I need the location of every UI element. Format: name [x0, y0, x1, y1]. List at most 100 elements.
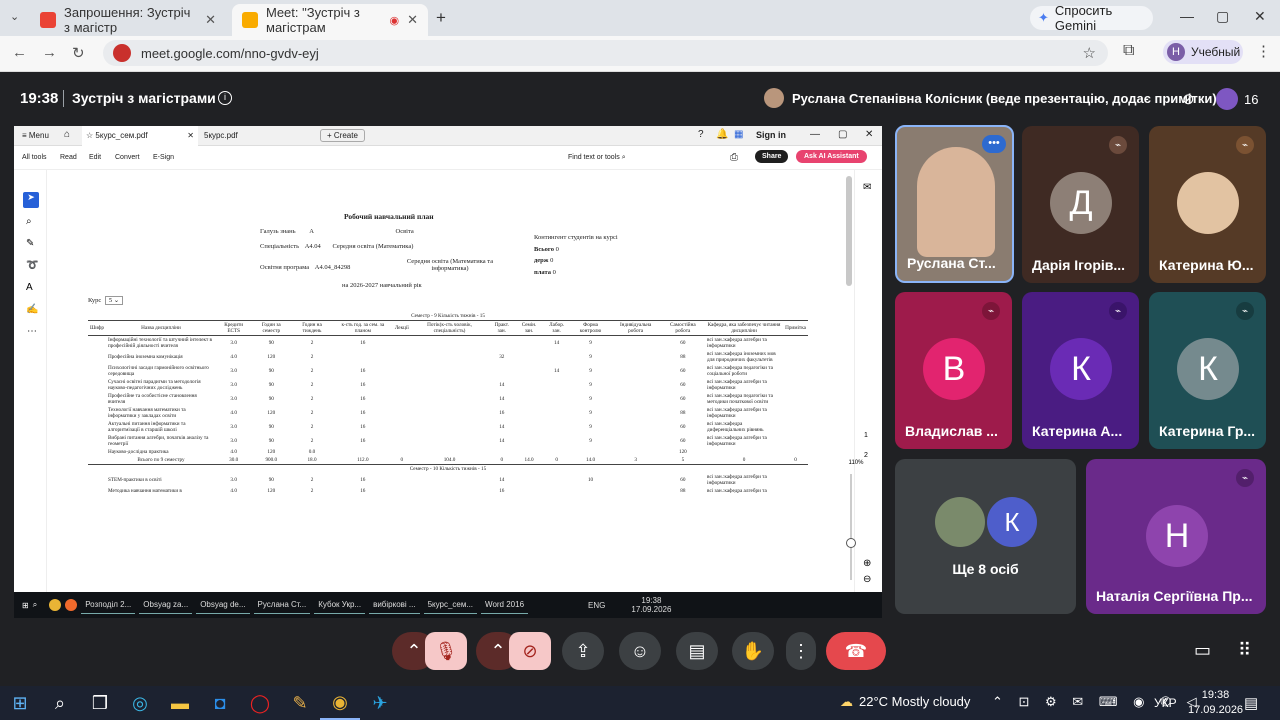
participant-tile-dariia[interactable]: Д ⌁ Дарія Ігорів... [1022, 126, 1139, 283]
participant-tile-nataliia[interactable]: Н ⌁ Наталія Сергіївна Пр... [1086, 459, 1266, 614]
shared-chrome-icon [49, 599, 62, 611]
find-tools[interactable]: Find text or tools ⌕ [568, 154, 626, 162]
pdf-apps-icon[interactable]: ▦ [734, 129, 743, 140]
zoom-slider[interactable] [850, 474, 852, 580]
app-icon[interactable]: ✎ [280, 686, 320, 720]
new-tab-button[interactable]: + [436, 8, 446, 28]
taskbar-clock[interactable]: 19:38 17.09.2026 [1188, 688, 1243, 718]
lasso-tool-icon[interactable]: ➰ [26, 260, 38, 271]
address-bar[interactable]: meet.google.com/nno-gvdv-eyj ☆ [103, 40, 1108, 66]
pdf-tab-active[interactable]: ☆ 5курс_сем.pdf ✕ [82, 126, 198, 146]
table-cell: 0.0 [308, 449, 316, 455]
tab-invitation[interactable]: Запрошення: Зустріч з магістр ✕ [30, 4, 226, 36]
zoom-tool-icon[interactable]: ⌕ [26, 216, 32, 227]
more-options-icon[interactable]: ••• [982, 135, 1006, 153]
chat-icon[interactable]: ▭ [1194, 640, 1211, 661]
select-tool-icon[interactable]: ➤ [23, 192, 39, 208]
tab-list-dropdown[interactable]: ⌄ [10, 10, 19, 23]
start-icon[interactable]: ⊞ [0, 686, 40, 720]
reload-icon[interactable]: ↻ [72, 44, 85, 62]
text-tool-icon[interactable]: A [26, 282, 33, 293]
raise-hand-button[interactable]: ✋ [732, 632, 774, 670]
pdf-print-icon[interactable]: ⎙ [730, 152, 738, 163]
opera-icon[interactable]: ◯ [240, 686, 280, 720]
close-tab-icon[interactable]: ✕ [407, 12, 418, 28]
pdf-scrollbar[interactable] [846, 176, 852, 286]
create-button[interactable]: + Create [320, 129, 365, 142]
course-select[interactable]: Курс 5 ⌄ [88, 296, 124, 305]
gemini-button[interactable]: ✦ Спросить Gemini [1030, 3, 1153, 33]
captions-button[interactable]: ▤ [676, 632, 718, 670]
pdf-notification-icon[interactable]: 🔔 [716, 129, 728, 140]
zoom-in-icon[interactable]: ⊕ [863, 558, 871, 569]
mic-toggle-button[interactable]: 🎙 [425, 632, 467, 670]
stamp-tool-icon[interactable]: ✍ [26, 304, 38, 315]
participants-indicator[interactable]: 16 [1216, 88, 1258, 110]
tool-edit[interactable]: Edit [89, 154, 101, 161]
participant-tile-kateryna-yu[interactable]: ⌁ Катерина Ю... [1149, 126, 1266, 283]
close-tab-icon[interactable]: ✕ [205, 12, 216, 28]
maximize-button[interactable]: ▢ [1216, 8, 1229, 25]
home-icon[interactable]: ⌂ [64, 129, 70, 140]
pdf-page-num[interactable]: 2 [864, 452, 868, 459]
extensions-icon[interactable]: ⧉ [1123, 42, 1134, 60]
edge-icon[interactable]: ◎ [120, 686, 160, 720]
present-screen-button[interactable]: ⇪ [562, 632, 604, 670]
telegram-icon[interactable]: ✈ [360, 686, 400, 720]
zoom-handle[interactable] [846, 538, 856, 548]
ai-assistant-button[interactable]: Ask AI Assistant [796, 150, 867, 163]
more-tools-icon[interactable]: ⋯ [27, 326, 37, 337]
bookmark-star-icon[interactable]: ☆ [1083, 44, 1096, 62]
tool-convert[interactable]: Convert [115, 154, 140, 161]
table-cell: 60 [680, 477, 686, 483]
site-info-icon[interactable] [113, 44, 131, 62]
chrome-icon[interactable]: ◉ [320, 686, 360, 720]
participant-tile-ruslana[interactable]: ••• Руслана Ст... [895, 125, 1014, 283]
activities-icon[interactable]: ⠿ [1238, 640, 1251, 661]
more-options-button[interactable]: ⋮ [786, 632, 816, 670]
taskbar-lang[interactable]: УКР [1154, 696, 1177, 710]
zoom-out-icon[interactable]: ⊖ [863, 574, 871, 585]
pdf-tab[interactable]: 5курс.pdf [204, 131, 238, 140]
table-cell: 14 [554, 340, 560, 346]
table-cell: 2 [310, 340, 314, 346]
meeting-info-icon[interactable]: i [218, 91, 232, 105]
browser-menu-icon[interactable]: ⋮ [1256, 42, 1271, 60]
tool-read[interactable]: Read [60, 154, 77, 161]
participant-tile-kateryna-a[interactable]: К ⌁ Катерина А... [1022, 292, 1139, 449]
close-window-button[interactable]: ✕ [1254, 8, 1266, 25]
emoji-button[interactable]: ☺ [619, 632, 661, 670]
pen-tool-icon[interactable]: ✎ [26, 238, 34, 249]
hide-video-icon[interactable]: ⊘ [1182, 90, 1195, 108]
pdf-page-num[interactable]: 1 [864, 432, 868, 439]
comment-icon[interactable]: ✉ [863, 182, 871, 193]
camera-toggle-button[interactable]: ⊘ [509, 632, 551, 670]
weather-widget[interactable]: ☁ 22°C Mostly cloudy [840, 694, 970, 710]
forward-icon[interactable]: → [42, 44, 57, 61]
end-call-button[interactable]: ☎ [826, 632, 886, 670]
search-icon[interactable]: ⌕ [40, 686, 80, 720]
tool-esign[interactable]: E-Sign [153, 154, 174, 161]
pdf-minimize[interactable]: — [810, 129, 820, 140]
others-tile[interactable]: К Ще 8 осіб [895, 459, 1076, 614]
share-button[interactable]: Share [755, 150, 789, 163]
tab-meet[interactable]: Meet: "Зустріч з магістрам ◉ ✕ [232, 4, 428, 36]
pdf-menu[interactable]: ≡ Menu [22, 131, 49, 140]
participant-tile-vladyslav[interactable]: В ⌁ Владислав ... [895, 292, 1012, 449]
table-cell: 3.0 [230, 477, 237, 483]
pdf-close[interactable]: ✕ [865, 129, 873, 140]
signin-link[interactable]: Sign in [756, 130, 786, 140]
table-cell [88, 473, 106, 487]
participant-tile-kateryna-gr[interactable]: К ⌁ Катерина Гр... [1149, 292, 1266, 449]
outlook-icon[interactable]: ◘ [200, 686, 240, 720]
pdf-maximize[interactable]: ▢ [838, 129, 847, 140]
task-view-icon[interactable]: ❒ [80, 686, 120, 720]
notifications-icon[interactable]: ▤ [1244, 694, 1258, 712]
minimize-button[interactable]: — [1180, 8, 1194, 24]
pdf-help-icon[interactable]: ? [698, 129, 704, 140]
tool-all-tools[interactable]: All tools [22, 154, 47, 161]
profile-button[interactable]: Н Учебный [1163, 40, 1243, 64]
file-explorer-icon[interactable]: ▬ [160, 686, 200, 720]
back-icon[interactable]: ← [12, 44, 27, 61]
table-cell [393, 487, 411, 495]
